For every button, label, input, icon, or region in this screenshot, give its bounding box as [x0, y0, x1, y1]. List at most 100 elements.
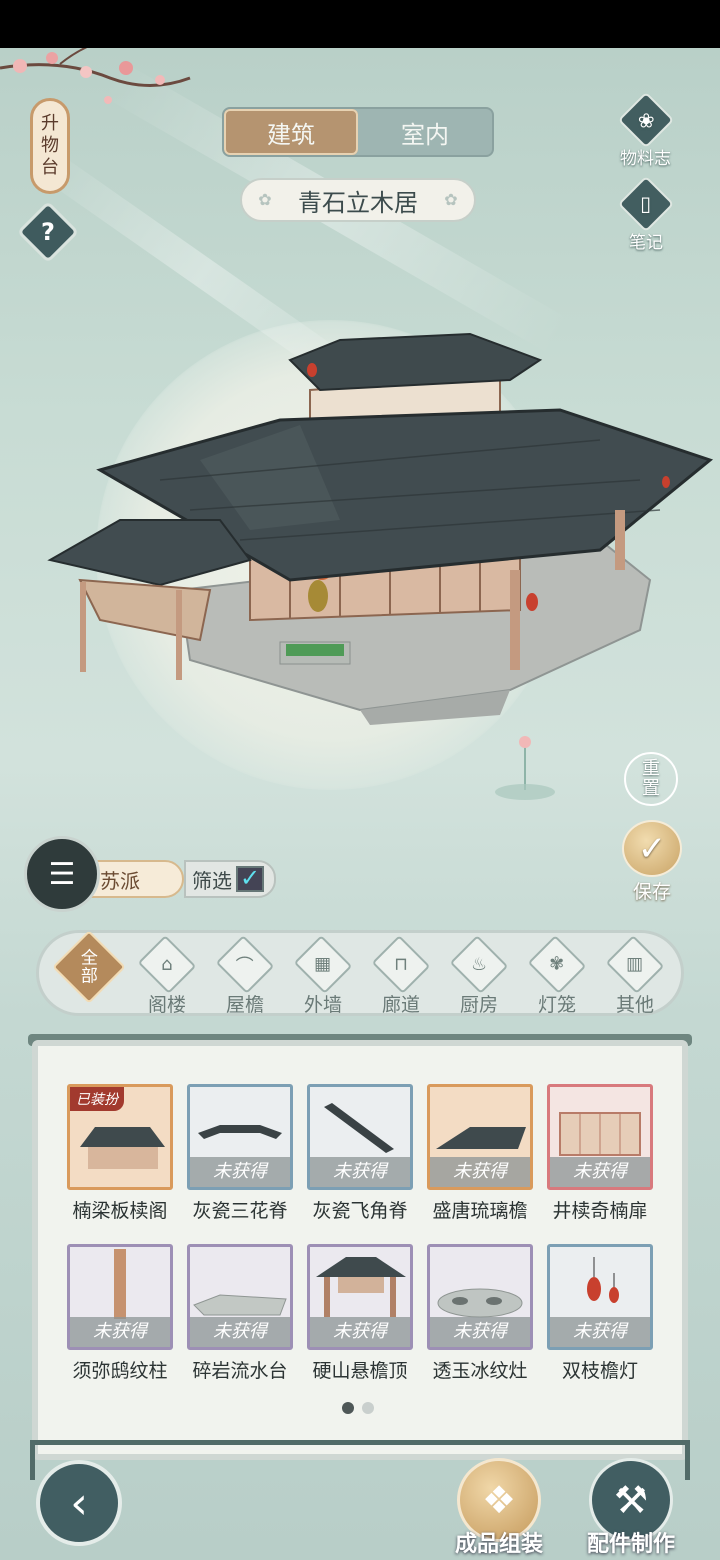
sign-char: 台: [41, 157, 59, 178]
all-label-bottom: 部: [80, 966, 98, 986]
kitchen-icon: ♨: [449, 935, 509, 994]
item-card[interactable]: 未获得 灰瓷飞角脊: [307, 1084, 413, 1223]
sign-char: 物: [41, 135, 59, 156]
page-dot-active[interactable]: [342, 1402, 354, 1414]
notes-button[interactable]: ▯ 笔记: [617, 175, 675, 253]
category-pavilion[interactable]: ⌂ 阁楼: [135, 935, 199, 1017]
style-selector[interactable]: 苏派: [88, 860, 184, 898]
category-label: 屋檐: [225, 994, 264, 1016]
item-thumbnail: 已装扮: [67, 1084, 173, 1190]
locked-status: 未获得: [430, 1157, 530, 1187]
category-bar: 全部 ⌂ 阁楼 ⌒ 屋檐 ▦ 外墙 ⊓ 廊道 ♨ 厨房 ✾ 灯笼 ▥ 其他: [36, 930, 684, 1016]
exhibit-stage-sign[interactable]: 升 物 台: [30, 98, 70, 194]
item-card[interactable]: 未获得 须弥鸱纹柱: [67, 1244, 173, 1383]
item-card[interactable]: 未获得 双枝檐灯: [547, 1244, 653, 1383]
item-thumbnail: 未获得: [427, 1084, 533, 1190]
reset-button[interactable]: 重 置: [624, 752, 678, 806]
all-category-icon: 全部: [52, 930, 126, 1004]
item-name: 须弥鸱纹柱: [72, 1360, 168, 1382]
item-thumbnail: 未获得: [547, 1084, 653, 1190]
reset-char: 置: [642, 778, 660, 799]
flower-ornament-icon: ✿: [258, 190, 272, 209]
item-name: 楠梁板椟阁: [72, 1200, 168, 1222]
tab-interior[interactable]: 室内: [358, 109, 492, 155]
back-arrow-icon: ‹: [70, 1477, 88, 1529]
item-card[interactable]: 未获得 硬山悬檐顶: [307, 1244, 413, 1383]
item-card[interactable]: 未获得 灰瓷三花脊: [187, 1084, 293, 1223]
category-label: 其他: [615, 994, 654, 1016]
locked-status: 未获得: [190, 1157, 290, 1187]
category-label: 厨房: [459, 994, 498, 1016]
house-name: 青石立木居: [298, 188, 418, 217]
item-thumbnail: 未获得: [187, 1084, 293, 1190]
corridor-icon: ⊓: [371, 935, 431, 994]
item-name: 硬山悬檐顶: [312, 1360, 408, 1382]
materials-label: 物料志: [620, 149, 671, 169]
house-model[interactable]: [40, 320, 720, 740]
locked-status: 未获得: [70, 1317, 170, 1347]
category-label: 廊道: [381, 994, 420, 1016]
question-icon: ?: [41, 218, 55, 246]
lotus-decoration: [495, 736, 555, 800]
item-thumbnail: 未获得: [307, 1244, 413, 1350]
item-name: 灰瓷三花脊: [192, 1200, 288, 1222]
item-name: 井椟奇楠扉: [552, 1200, 648, 1222]
all-label-top: 全: [80, 948, 98, 968]
category-kitchen[interactable]: ♨ 厨房: [447, 935, 511, 1017]
save-button[interactable]: ✓ 保存: [620, 820, 684, 904]
chat-bubble-icon[interactable]: ☰: [24, 836, 100, 912]
item-name: 透玉冰纹灶: [432, 1360, 528, 1382]
item-thumbnail: 未获得: [67, 1244, 173, 1350]
mode-tabs: 建筑 室内: [222, 107, 494, 157]
tab-building[interactable]: 建筑: [224, 109, 358, 155]
pagination: [342, 1402, 374, 1414]
page-dot[interactable]: [362, 1402, 374, 1414]
item-card[interactable]: 未获得 盛唐琉璃檐: [427, 1084, 533, 1223]
notebook-icon: ▯: [617, 175, 675, 233]
craft-button[interactable]: ⚒ 配件制作: [576, 1458, 686, 1558]
notes-label: 笔记: [629, 233, 663, 253]
item-card[interactable]: 未获得 碎岩流水台: [187, 1244, 293, 1383]
pavilion-icon: ⌂: [137, 935, 197, 994]
item-card[interactable]: 未获得 井椟奇楠扉: [547, 1084, 653, 1223]
craft-label: 配件制作: [586, 1532, 675, 1557]
wall-icon: ▦: [293, 935, 353, 994]
category-lantern[interactable]: ✾ 灯笼: [525, 935, 589, 1017]
help-button[interactable]: ?: [16, 200, 80, 264]
item-card[interactable]: 未获得 透玉冰纹灶: [427, 1244, 533, 1383]
category-label: 灯笼: [537, 994, 576, 1016]
category-eave[interactable]: ⌒ 屋檐: [213, 935, 277, 1017]
category-wall[interactable]: ▦ 外墙: [291, 935, 355, 1017]
locked-status: 未获得: [190, 1317, 290, 1347]
category-corridor[interactable]: ⊓ 廊道: [369, 935, 433, 1017]
sign-char: 升: [41, 113, 59, 134]
category-all[interactable]: 全部: [52, 930, 126, 1017]
materials-button[interactable]: ❀ 物料志: [617, 91, 674, 169]
all-label: 全部: [80, 948, 98, 986]
filter-toggle[interactable]: 筛选 ✓: [184, 860, 276, 898]
checkmark-icon: ✓: [622, 820, 682, 877]
lantern-icon: ✾: [527, 935, 587, 994]
item-thumbnail: 未获得: [187, 1244, 293, 1350]
filter-label: 筛选: [192, 868, 232, 893]
item-card[interactable]: 已装扮 楠梁板椟阁: [67, 1084, 173, 1223]
item-name: 双枝檐灯: [561, 1360, 638, 1382]
item-name: 碎岩流水台: [192, 1360, 288, 1382]
item-name: 盛唐琉璃檐: [432, 1200, 528, 1222]
locked-status: 未获得: [550, 1157, 650, 1187]
item-thumbnail: 未获得: [547, 1244, 653, 1350]
paw-icon: ❀: [617, 91, 674, 149]
assemble-label: 成品组装: [454, 1532, 543, 1557]
eave-icon: ⌒: [215, 935, 275, 994]
category-other[interactable]: ▥ 其他: [603, 935, 667, 1017]
item-thumbnail: 未获得: [427, 1244, 533, 1350]
back-button[interactable]: ‹: [36, 1460, 122, 1546]
checkbox-checked-icon[interactable]: ✓: [236, 866, 264, 892]
style-label: 苏派: [100, 868, 140, 893]
category-label: 外墙: [303, 994, 342, 1016]
save-label: 保存: [632, 881, 671, 903]
equipped-badge: 已装扮: [70, 1087, 124, 1111]
flower-ornament-icon: ✿: [444, 190, 458, 209]
assemble-button[interactable]: ❖ 成品组装: [444, 1458, 554, 1558]
locked-status: 未获得: [310, 1317, 410, 1347]
